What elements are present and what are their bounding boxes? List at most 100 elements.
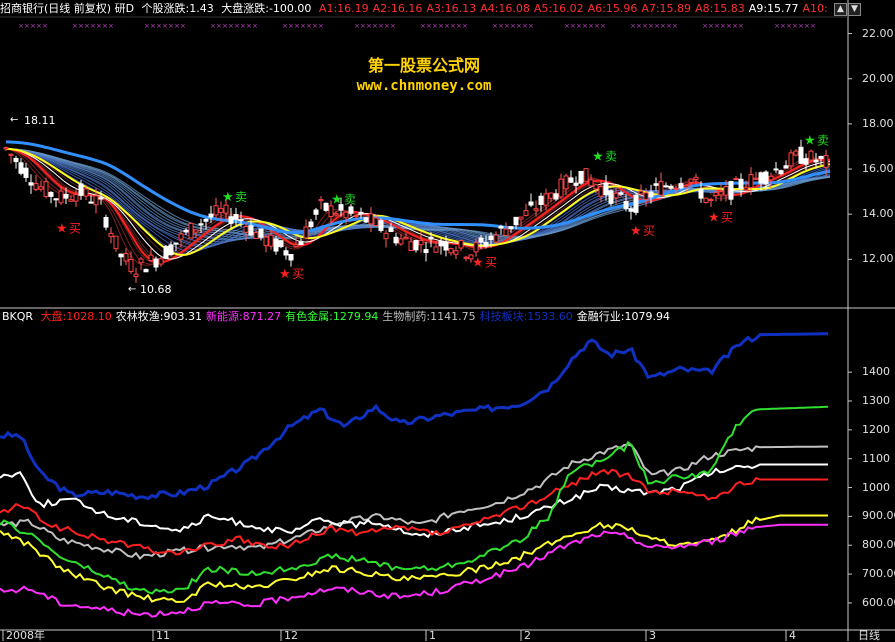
- marker-x: ×: [384, 22, 390, 30]
- marker-x: ×: [738, 22, 744, 30]
- marker-x: ×: [600, 22, 606, 30]
- candle-body: [643, 192, 649, 200]
- candle-body: [118, 253, 124, 258]
- marker-x: ×: [720, 22, 726, 30]
- candle-body: [653, 183, 659, 186]
- time-axis-label: 11: [156, 629, 170, 642]
- candle-body: [803, 158, 809, 165]
- marker-x: ×: [726, 22, 732, 30]
- candle-body: [368, 213, 374, 225]
- candle-body: [813, 159, 819, 163]
- candle-body: [538, 195, 544, 205]
- low-arrow: ←: [128, 284, 136, 295]
- candle-body: [573, 182, 579, 186]
- candle-body: [688, 178, 694, 183]
- candle-body: [43, 181, 49, 197]
- time-axis-label: 4: [789, 629, 796, 642]
- candle-body: [628, 208, 634, 212]
- candle-body: [3, 147, 9, 150]
- marker-x: ×: [510, 22, 516, 30]
- sector-index-line: [0, 468, 828, 556]
- candle-body: [303, 226, 309, 239]
- candle-body: [568, 177, 574, 183]
- buy-signal-label: 买: [643, 224, 655, 238]
- candle-body: [383, 232, 389, 240]
- sell-star: ★: [592, 149, 604, 164]
- marker-x: ×: [372, 22, 378, 30]
- candle-body: [418, 239, 424, 246]
- candle-body: [293, 244, 299, 248]
- buy-star: ★: [472, 256, 484, 271]
- candle-body: [223, 204, 229, 214]
- marker-x: ×: [804, 22, 810, 30]
- candle-body: [268, 234, 274, 247]
- candle-body: [178, 233, 184, 240]
- candle-body: [598, 186, 604, 197]
- legend-item: 农林牧渔:903.31: [115, 310, 202, 323]
- candle-body: [698, 188, 704, 199]
- sell-signal-label: 卖: [605, 149, 617, 163]
- marker-x: ×: [576, 22, 582, 30]
- legend-item: 生物制药:1141.75: [382, 310, 476, 323]
- sell-star: ★: [222, 190, 234, 205]
- candle-body: [553, 193, 559, 200]
- marker-x: ×: [462, 22, 468, 30]
- indicator-tick-label: 600.00: [862, 595, 895, 609]
- marker-x: ×: [252, 22, 258, 30]
- candle-body: [83, 188, 89, 197]
- candle-body: [128, 258, 134, 273]
- marker-x: ×: [102, 22, 108, 30]
- candle-body: [588, 179, 594, 187]
- high-value-label: 18.11: [24, 114, 56, 127]
- candle-body: [563, 175, 569, 190]
- marker-x: ×: [708, 22, 714, 30]
- marker-x: ×: [108, 22, 114, 30]
- candle-body: [798, 146, 804, 164]
- candle-body: [208, 213, 214, 218]
- scroll-down-button[interactable]: ▼: [848, 3, 861, 16]
- marker-x: ×: [294, 22, 300, 30]
- marker-x: ×: [450, 22, 456, 30]
- marker-x: ×: [216, 22, 222, 30]
- price-level: A3:16.13: [426, 2, 477, 15]
- candle-body: [278, 240, 284, 248]
- sell-signal-label: 卖: [235, 190, 247, 204]
- candle-body: [578, 170, 584, 184]
- candle-body: [528, 201, 534, 206]
- marker-x: ×: [234, 22, 240, 30]
- candle-body: [648, 191, 654, 198]
- indicator-header: BKQR 大盘:1028.10 农林牧渔:903.31 新能源:871.27 有色金属…: [2, 310, 678, 324]
- marker-x: ×: [642, 22, 648, 30]
- candle-body: [88, 201, 94, 204]
- marker-x: ×: [702, 22, 708, 30]
- candle-body: [728, 181, 734, 200]
- candle-body: [668, 185, 674, 189]
- candle-body: [353, 215, 359, 218]
- scroll-up-button[interactable]: ▲: [834, 3, 847, 16]
- candle-body: [98, 197, 104, 200]
- marker-x: ×: [312, 22, 318, 30]
- candle-body: [428, 236, 434, 240]
- period-label: 日线: [858, 629, 880, 642]
- sector-index-line: [0, 405, 829, 595]
- candle-body: [493, 234, 499, 243]
- candle-body: [38, 186, 44, 190]
- candle-body: [733, 178, 739, 181]
- candle-body: [33, 183, 39, 190]
- marker-x: ×: [582, 22, 588, 30]
- marker-x: ×: [516, 22, 522, 30]
- candle-body: [78, 183, 84, 196]
- candle-body: [773, 168, 779, 171]
- candle-body: [203, 218, 209, 222]
- marker-x: ×: [636, 22, 642, 30]
- buy-signal-label: 买: [292, 267, 304, 281]
- candle-body: [233, 214, 239, 220]
- price-tick-label: 12.00: [862, 252, 894, 266]
- candle-body: [53, 198, 59, 201]
- candle-body: [463, 256, 469, 259]
- marker-x: ×: [732, 22, 738, 30]
- marker-x: ×: [432, 22, 438, 30]
- legend-item: 金融行业:1079.94: [576, 310, 670, 323]
- marker-x: ×: [240, 22, 246, 30]
- candle-body: [333, 213, 339, 216]
